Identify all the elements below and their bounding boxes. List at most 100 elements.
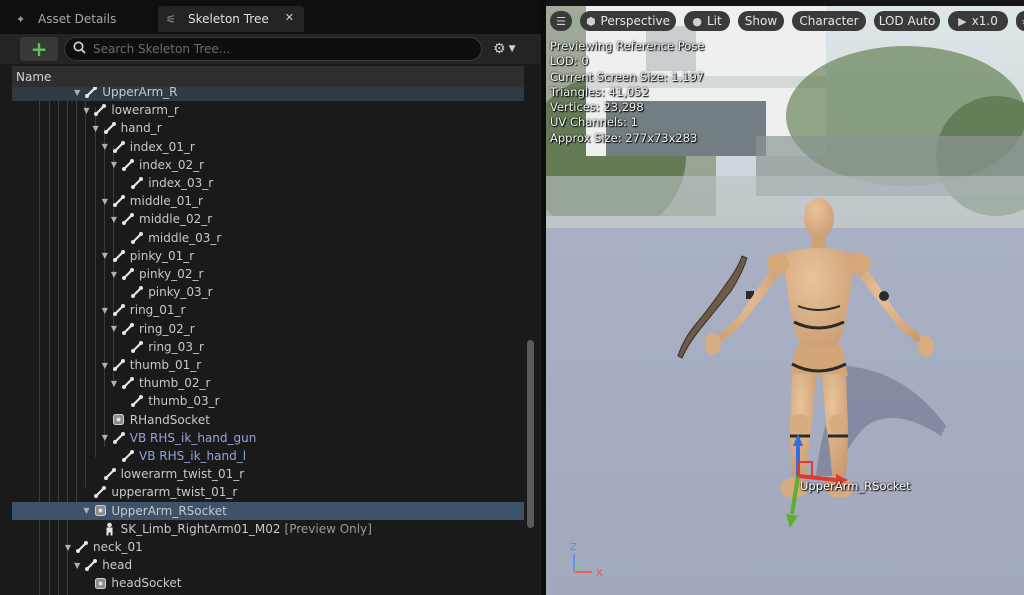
tree-row[interactable]: middle_03_r — [12, 229, 524, 247]
bone-icon — [92, 103, 108, 117]
tree-row[interactable]: ▼ middle_02_r — [12, 210, 524, 228]
tree-row-label: pinky_01_r — [129, 248, 195, 263]
socket-icon — [111, 413, 127, 426]
viewport-button-show[interactable]: Show — [738, 11, 784, 31]
tree-row[interactable]: ▼ thumb_01_r — [12, 356, 524, 374]
expand-arrow-icon[interactable]: ▼ — [99, 251, 111, 260]
tree-row-label: ring_03_r — [148, 339, 204, 354]
viewport-button-lod-auto[interactable]: LOD Auto — [874, 11, 940, 31]
tree-row[interactable]: ▼ pinky_01_r — [12, 247, 524, 265]
expand-arrow-icon[interactable]: ▼ — [99, 142, 111, 151]
tab-skeleton-tree[interactable]: ⚟ Skeleton Tree ✕ — [158, 6, 304, 32]
tree-row[interactable]: ▼ index_02_r — [12, 156, 524, 174]
bone-icon — [111, 358, 127, 372]
tab-asset-details[interactable]: ✦ Asset Details — [8, 6, 156, 32]
bone-icon — [111, 249, 127, 263]
viewport-button-lit[interactable]: ● Lit — [684, 11, 730, 31]
bone-icon — [129, 394, 145, 408]
tree-row[interactable]: ring_03_r — [12, 338, 524, 356]
tree-row[interactable]: headSocket — [12, 574, 524, 592]
chevron-down-icon: ▼ — [508, 44, 516, 54]
expand-arrow-icon[interactable]: ▼ — [99, 361, 111, 370]
expand-arrow-icon[interactable]: ▼ — [80, 506, 92, 515]
settings-dropdown[interactable]: ⚙ ▼ — [493, 39, 527, 59]
bone-icon — [120, 449, 136, 463]
expand-arrow-icon[interactable]: ▼ — [99, 197, 111, 206]
viewport-button-label: LOD Auto — [878, 14, 936, 28]
viewport-button-label: x1.0 — [971, 14, 998, 28]
expand-arrow-icon[interactable]: ▼ — [71, 88, 83, 97]
expand-arrow-icon[interactable]: ▼ — [90, 124, 102, 133]
expand-arrow-icon[interactable]: ▼ — [62, 543, 74, 552]
tree-row[interactable]: ▼ middle_01_r — [12, 192, 524, 210]
search-input[interactable] — [93, 42, 473, 56]
tree-row[interactable]: SK_Limb_RightArm01_M02 [Preview Only] — [12, 520, 524, 538]
tree-row[interactable]: ▼ ring_01_r — [12, 301, 524, 319]
viewport-button-x1-0[interactable]: ▶ x1.0 — [948, 11, 1008, 31]
axis-indicator: Z X — [570, 542, 603, 579]
stat-line: Vertices: 23,298 — [550, 100, 644, 115]
viewport-button-perspective[interactable]: ⬢ Perspective — [580, 11, 676, 31]
viewport-button-character[interactable]: Character — [792, 11, 866, 31]
tree-row[interactable]: VB RHS_ik_hand_l — [12, 447, 524, 465]
bone-icon — [120, 322, 136, 336]
tree-row[interactable]: ▼ lowerarm_r — [12, 101, 524, 119]
bone-icon — [83, 87, 99, 99]
bone-icon — [102, 467, 118, 481]
expand-arrow-icon[interactable]: ▼ — [71, 561, 83, 570]
tree-row[interactable]: ▼ UpperArm_R — [12, 87, 524, 101]
expand-arrow-icon[interactable]: ▼ — [99, 306, 111, 315]
tree-row-label: VB RHS_ik_hand_gun — [129, 430, 257, 445]
stat-line: Approx Size: 277x73x283 — [550, 130, 698, 145]
bone-icon — [102, 121, 118, 135]
bone-icon — [120, 212, 136, 226]
preview-viewport[interactable]: ☰ ⬢ Perspective ● Lit Show Character LOD Auto ▶ x… — [546, 6, 1024, 595]
stat-line: LOD: 0 — [550, 54, 589, 69]
socket-name-label: UpperArm_RSocket — [800, 479, 911, 493]
expand-arrow-icon[interactable]: ▼ — [108, 160, 120, 169]
skeleton-tree-panel: ✦ Asset Details ⚟ Skeleton Tree ✕ + ⚙ ▼ … — [0, 0, 541, 595]
expand-arrow-icon[interactable]: ▼ — [99, 433, 111, 442]
tree-row[interactable]: ▼ UpperArm_RSocket — [12, 501, 524, 520]
tree-row[interactable]: ▼ ring_02_r — [12, 320, 524, 338]
bone-icon — [120, 267, 136, 281]
tree-row[interactable]: ▼ hand_r — [12, 119, 524, 137]
tree-row[interactable]: ▼ head — [12, 556, 524, 574]
expand-arrow-icon[interactable]: ▼ — [108, 270, 120, 279]
tree-row[interactable]: RHandSocket — [12, 411, 524, 429]
tree-scrollbar[interactable] — [527, 340, 534, 528]
hamburger-menu-icon: ☰ — [556, 14, 566, 28]
play-icon: ▶ — [958, 14, 967, 28]
tree-row[interactable]: ▼ index_01_r — [12, 138, 524, 156]
tree-row[interactable]: ▼ pinky_02_r — [12, 265, 524, 283]
gear-icon: ⚙ — [493, 41, 506, 57]
tree-row[interactable]: ▼ neck_01 — [12, 538, 524, 556]
expand-arrow-icon[interactable]: ▼ — [80, 106, 92, 115]
tree-row[interactable]: ▼ VB RHS_ik_hand_gun — [12, 429, 524, 447]
viewport-stats-overlay: Previewing Reference Pose LOD: 0 Current S… — [550, 39, 704, 146]
bone-icon — [129, 176, 145, 190]
tree-row[interactable]: pinky_03_r — [12, 283, 524, 301]
tree-row[interactable]: ▼ thumb_02_r — [12, 374, 524, 392]
tree-row[interactable]: lowerarm_twist_01_r — [12, 465, 524, 483]
viewport-button-hamburger-menu[interactable]: ☰ — [550, 11, 572, 31]
skeletal-mesh-icon — [102, 522, 118, 536]
expand-arrow-icon[interactable]: ▼ — [108, 379, 120, 388]
viewport-button-label: Character — [799, 14, 859, 28]
tree-row-label: pinky_02_r — [139, 267, 204, 281]
name-column-header[interactable]: Name — [12, 66, 524, 87]
close-icon[interactable]: ✕ — [285, 11, 294, 24]
bone-icon — [83, 558, 99, 572]
tree-row[interactable]: index_03_r — [12, 174, 524, 192]
viewport-button-label: Perspective — [600, 14, 671, 28]
add-button[interactable]: + — [20, 37, 58, 61]
tree-row-label: pinky_03_r — [148, 285, 213, 300]
tree-row-label: neck_01 — [93, 540, 143, 554]
tree-row[interactable]: upperarm_twist_01_r — [12, 483, 524, 501]
cube-icon: ⬢ — [585, 14, 596, 28]
tree-row[interactable]: thumb_03_r — [12, 392, 524, 410]
axis-z-label: Z — [570, 542, 577, 553]
expand-arrow-icon[interactable]: ▼ — [108, 215, 120, 224]
socket-icon — [92, 577, 108, 590]
expand-arrow-icon[interactable]: ▼ — [108, 324, 120, 333]
